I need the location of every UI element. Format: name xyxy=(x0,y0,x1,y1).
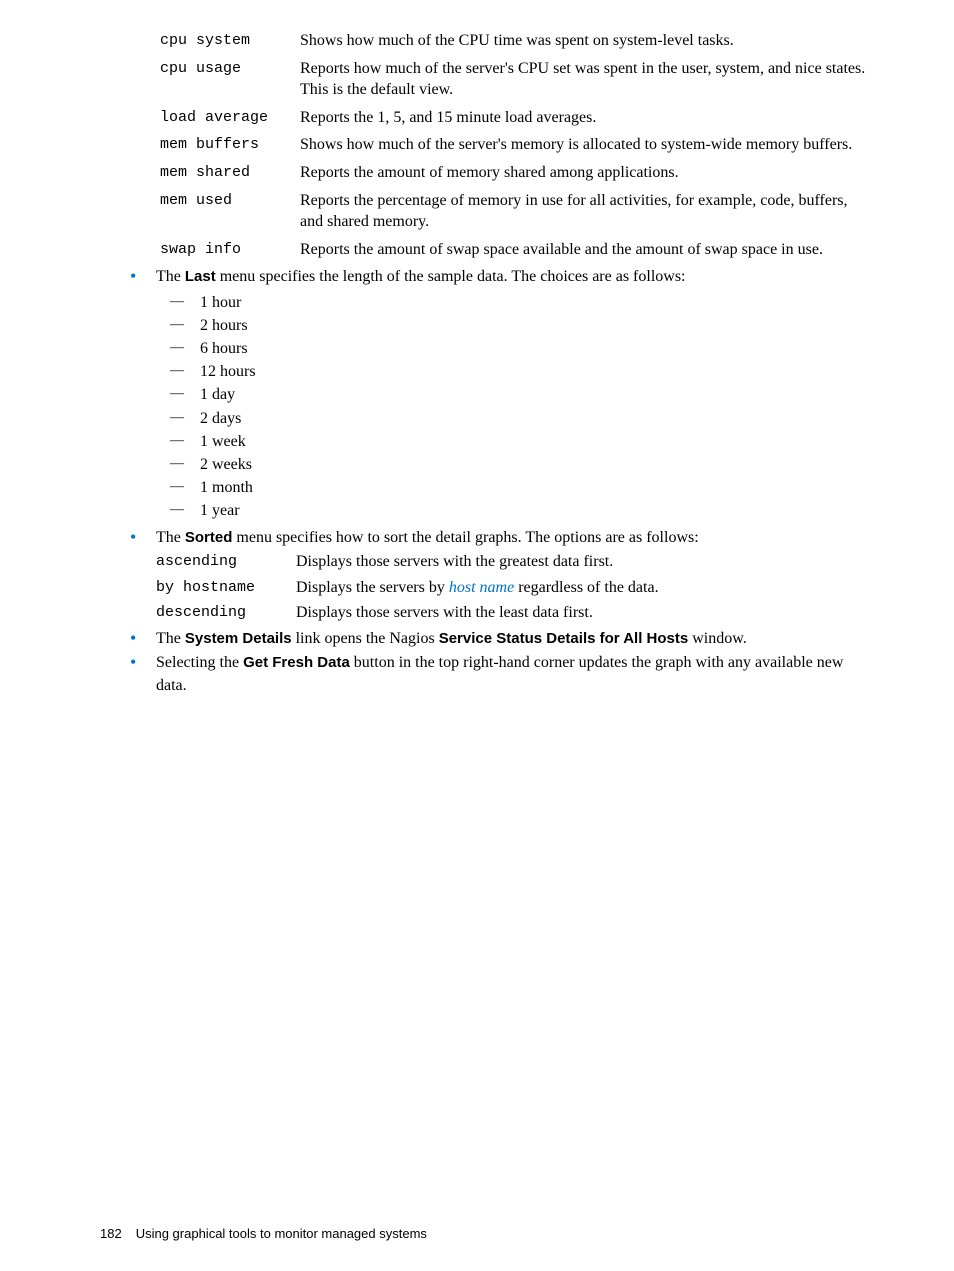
sort-term: by hostname xyxy=(156,577,296,598)
text: regardless of the data. xyxy=(514,579,658,596)
def-term: cpu usage xyxy=(160,58,300,79)
last-label: Last xyxy=(185,268,216,285)
host-name-link[interactable]: host name xyxy=(449,579,514,596)
list-item: 1 week xyxy=(156,430,874,453)
text: The xyxy=(156,268,185,285)
def-term: mem shared xyxy=(160,162,300,183)
def-desc: Shows how much of the server's memory is… xyxy=(300,134,874,156)
page-footer: 182 Using graphical tools to monitor mana… xyxy=(100,1226,427,1241)
footer-text: Using graphical tools to monitor managed… xyxy=(136,1226,427,1241)
def-row-load-average: load average Reports the 1, 5, and 15 mi… xyxy=(160,107,874,129)
last-options-list: 1 hour 2 hours 6 hours 12 hours 1 day 2 … xyxy=(156,291,874,523)
def-desc: Reports the amount of swap space availab… xyxy=(300,239,874,261)
page-container: cpu system Shows how much of the CPU tim… xyxy=(0,0,954,1271)
text: window. xyxy=(688,630,747,647)
bullet-sorted-menu: The Sorted menu specifies how to sort th… xyxy=(100,527,874,624)
sort-term: ascending xyxy=(156,551,296,572)
list-item: 1 month xyxy=(156,476,874,499)
def-row-cpu-usage: cpu usage Reports how much of the server… xyxy=(160,58,874,101)
sort-row-by-hostname: by hostname Displays the servers by host… xyxy=(156,577,874,599)
text: Displays the servers by xyxy=(296,579,449,596)
def-row-mem-buffers: mem buffers Shows how much of the server… xyxy=(160,134,874,156)
def-desc: Reports the percentage of memory in use … xyxy=(300,190,874,233)
def-row-mem-used: mem used Reports the percentage of memor… xyxy=(160,190,874,233)
text: Selecting the xyxy=(156,654,243,671)
get-fresh-data-label: Get Fresh Data xyxy=(243,654,350,671)
list-item: 1 day xyxy=(156,383,874,406)
sorted-options-table: ascending Displays those servers with th… xyxy=(156,551,874,624)
list-item: 2 days xyxy=(156,407,874,430)
sort-row-descending: descending Displays those servers with t… xyxy=(156,602,874,624)
sorted-label: Sorted xyxy=(185,529,233,546)
list-item: 1 hour xyxy=(156,291,874,314)
def-desc: Shows how much of the CPU time was spent… xyxy=(300,30,874,52)
list-item: 2 weeks xyxy=(156,453,874,476)
def-term: mem used xyxy=(160,190,300,211)
def-term: mem buffers xyxy=(160,134,300,155)
def-term: swap info xyxy=(160,239,300,260)
def-row-cpu-system: cpu system Shows how much of the CPU tim… xyxy=(160,30,874,52)
service-status-label: Service Status Details for All Hosts xyxy=(439,630,689,647)
bullet-get-fresh-data: Selecting the Get Fresh Data button in t… xyxy=(100,652,874,697)
def-row-swap-info: swap info Reports the amount of swap spa… xyxy=(160,239,874,261)
text: menu specifies the length of the sample … xyxy=(216,268,686,285)
bullet-list: The Last menu specifies the length of th… xyxy=(100,266,874,697)
text: The xyxy=(156,630,185,647)
list-item: 12 hours xyxy=(156,360,874,383)
def-desc: Reports the amount of memory shared amon… xyxy=(300,162,874,184)
sort-desc: Displays the servers by host name regard… xyxy=(296,577,874,599)
def-term: cpu system xyxy=(160,30,300,51)
list-item: 1 year xyxy=(156,499,874,522)
def-desc: Reports how much of the server's CPU set… xyxy=(300,58,874,101)
text: link opens the Nagios xyxy=(292,630,439,647)
list-item: 2 hours xyxy=(156,314,874,337)
page-number: 182 xyxy=(100,1226,122,1241)
sort-desc: Displays those servers with the greatest… xyxy=(296,551,874,573)
def-desc: Reports the 1, 5, and 15 minute load ave… xyxy=(300,107,874,129)
bullet-system-details: The System Details link opens the Nagios… xyxy=(100,628,874,650)
sort-term: descending xyxy=(156,602,296,623)
def-term: load average xyxy=(160,107,300,128)
list-item: 6 hours xyxy=(156,337,874,360)
text: The xyxy=(156,529,185,546)
def-row-mem-shared: mem shared Reports the amount of memory … xyxy=(160,162,874,184)
sort-row-ascending: ascending Displays those servers with th… xyxy=(156,551,874,573)
system-details-label: System Details xyxy=(185,630,292,647)
definition-table: cpu system Shows how much of the CPU tim… xyxy=(160,30,874,260)
sort-desc: Displays those servers with the least da… xyxy=(296,602,874,624)
bullet-last-menu: The Last menu specifies the length of th… xyxy=(100,266,874,522)
text: menu specifies how to sort the detail gr… xyxy=(232,529,698,546)
